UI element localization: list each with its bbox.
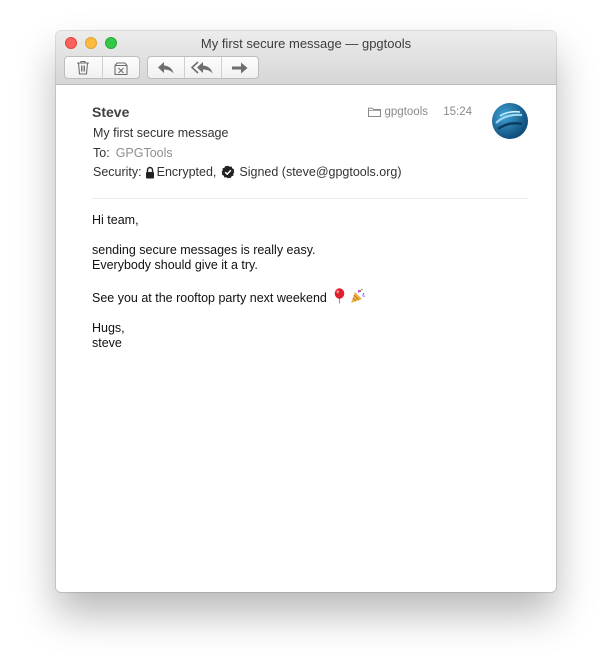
mail-window: My first secure message — gpgtools Steve…: [56, 31, 556, 592]
message-time: 15:24: [443, 106, 472, 118]
lock-icon: [145, 166, 154, 178]
signed-status: Signed (steve@gpgtools.org): [239, 165, 402, 179]
window-title: My first secure message — gpgtools: [200, 36, 412, 51]
body-line: sending secure messages is really easy.: [92, 243, 316, 257]
body-signature: steve: [92, 336, 122, 350]
body-line: Everybody should give it a try.: [92, 258, 258, 272]
title-bar: My first secure message — gpgtools: [56, 31, 556, 85]
security-line: Security: Encrypted, Signed (steve@gpgto…: [93, 165, 402, 179]
folder-icon: [367, 107, 381, 117]
body-line: See you at the rooftop party next weeken…: [92, 291, 327, 305]
message-body: Hi team, sending secure messages is real…: [92, 213, 366, 366]
reply-button[interactable]: [148, 57, 184, 78]
reply-all-button[interactable]: [184, 57, 221, 78]
mailbox-name: gpgtools: [384, 106, 428, 118]
recipient-name[interactable]: GPGTools: [116, 146, 173, 160]
delete-button[interactable]: [65, 57, 102, 78]
forward-button[interactable]: [221, 57, 258, 78]
header-divider: [92, 198, 528, 199]
message-subject: My first secure message: [93, 126, 229, 140]
body-signoff: Hugs,: [92, 321, 125, 335]
junk-button[interactable]: [101, 57, 140, 78]
balloon-icon: [335, 288, 345, 304]
body-paragraph: Hugs, steve: [92, 321, 366, 351]
sender-avatar: [492, 103, 528, 139]
avatar-image: [495, 110, 523, 131]
reply-forward-group: [147, 56, 259, 79]
encrypted-status: Encrypted,: [156, 165, 217, 179]
body-paragraph: See you at the rooftop party next weeken…: [92, 288, 366, 306]
body-greeting: Hi team,: [92, 213, 139, 227]
mailbox-location[interactable]: gpgtools: [367, 106, 428, 118]
reply-icon: [158, 61, 174, 73]
to-label: To:: [93, 146, 110, 160]
sender-name[interactable]: Steve: [92, 104, 129, 120]
delete-junk-group: [64, 56, 140, 79]
junk-icon: [114, 61, 128, 75]
recipient-line: To: GPGTools: [93, 146, 173, 160]
reply-all-icon: [191, 60, 213, 74]
security-label: Security:: [93, 165, 142, 179]
forward-icon: [232, 62, 248, 73]
body-paragraph: sending secure messages is really easy. E…: [92, 243, 366, 273]
party-popper-icon: [350, 288, 366, 303]
trash-icon: [77, 60, 90, 75]
verified-signature-icon: [221, 165, 235, 179]
